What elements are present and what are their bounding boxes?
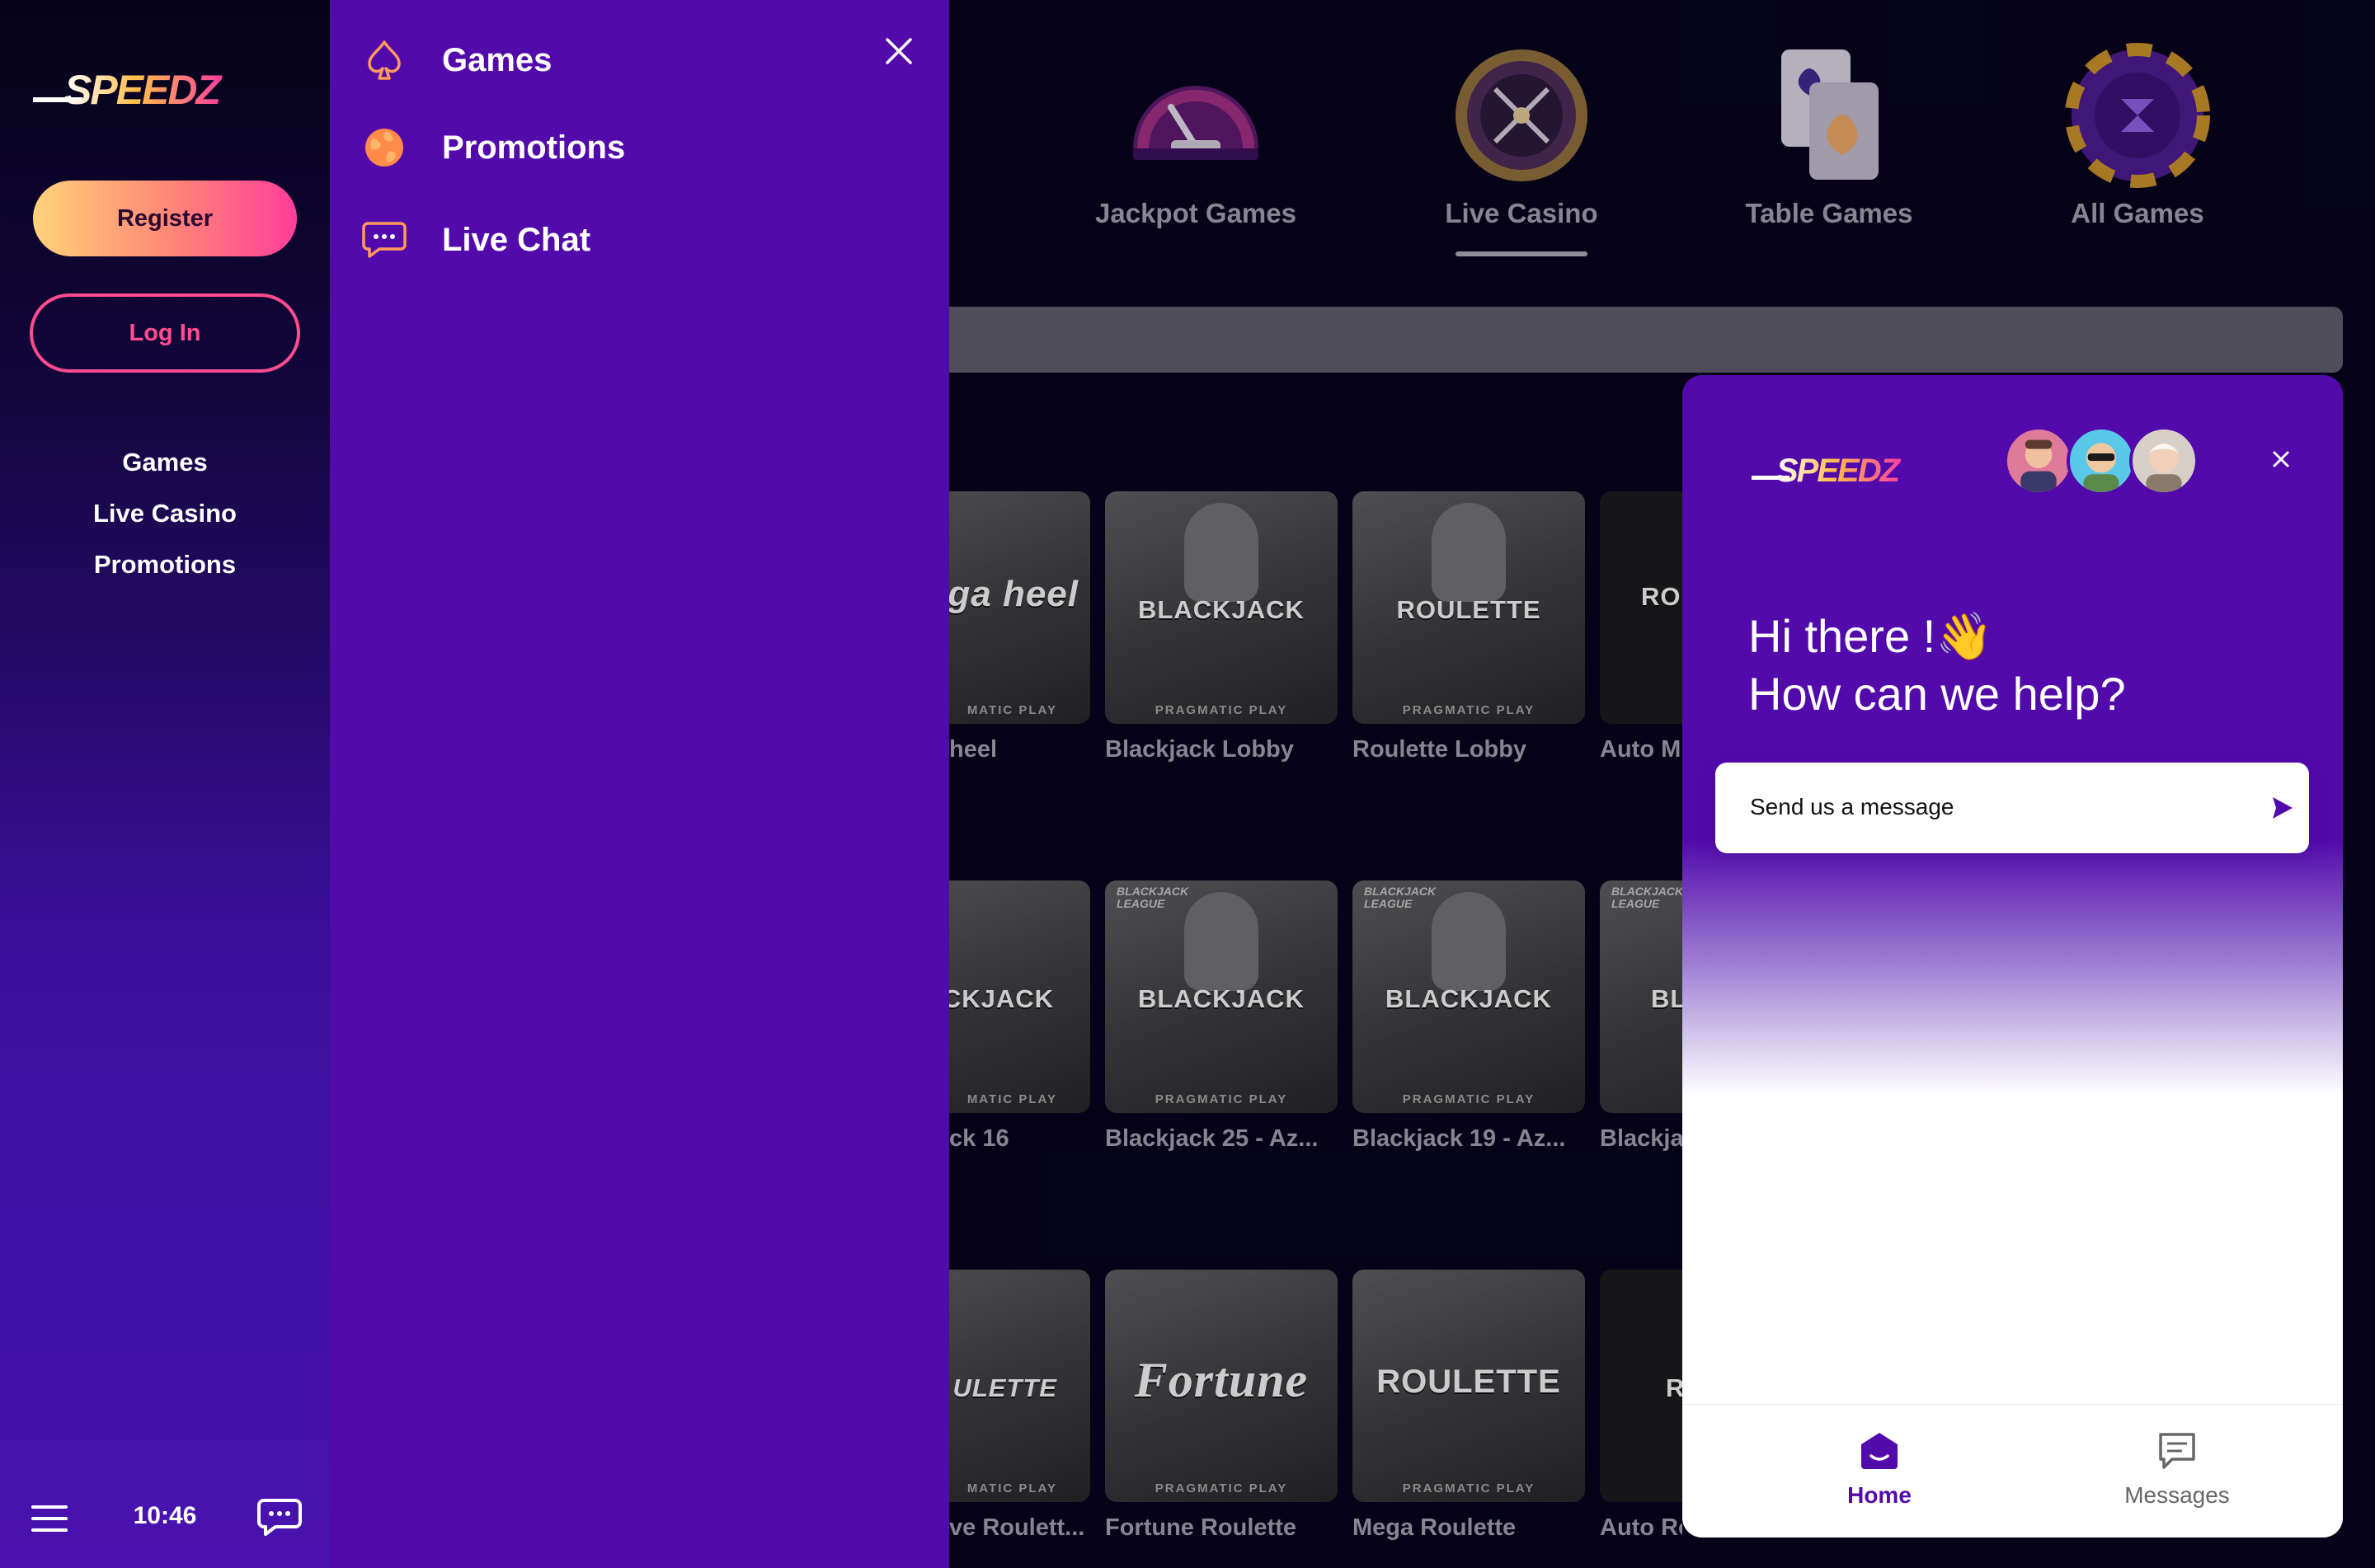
login-button[interactable]: Log In [30,293,300,373]
avatar [2067,426,2136,495]
menu-drawer: Games Promotions Live Chat [330,0,949,1568]
tab-label: Messages [2124,1482,2230,1508]
chat-icon [362,222,407,258]
speedz-logo: SPEEDZ [1752,453,1903,489]
tab-label: Home [1847,1482,1912,1508]
logo-text: SPEEDZ [1776,453,1902,489]
send-message-label: Send us a message [1750,794,1954,819]
sidebar-item-live-casino[interactable]: Live Casino [0,488,330,539]
globe-icon [365,129,403,167]
logo-text: SPEEDZ [64,67,223,113]
sidebar-footer: 10:46 [0,1492,330,1542]
chat-widget: SPEEDZ Hi there !👋 How can we help? Send… [1682,375,2343,1537]
sidebar-item-promotions[interactable]: Promotions [0,539,330,590]
tab-home[interactable]: Home [1797,1430,1962,1509]
menu-item-label: Games [442,41,553,78]
spade-icon [368,40,401,80]
greeting-line-1: Hi there !👋 [1748,610,1993,662]
menu-item-label: Promotions [442,129,626,166]
chat-greeting: Hi there !👋 How can we help? [1748,608,2126,723]
messages-icon [2159,1433,2195,1469]
left-sidebar: SPEEDZ Register Log In Games Live Casino… [0,0,330,1568]
close-icon[interactable] [2266,444,2296,474]
avatar [2004,426,2073,495]
hamburger-menu-icon[interactable] [31,1505,68,1532]
menu-item-games[interactable]: Games [361,31,552,89]
sidebar-item-games[interactable]: Games [0,437,330,488]
app-root: SPEEDZ Register Log In Games Live Casino… [0,0,2375,1568]
send-arrow-icon [2273,797,2293,819]
close-icon[interactable] [881,33,917,69]
register-button[interactable]: Register [33,181,297,256]
send-message-button[interactable]: Send us a message [1715,763,2309,853]
tab-messages[interactable]: Messages [2095,1430,2260,1509]
clock-time: 10:46 [133,1502,197,1529]
menu-item-live-chat[interactable]: Live Chat [361,211,590,269]
sidebar-nav: Games Live Casino Promotions [0,437,330,590]
chat-bottom-nav: Home Messages [1682,1404,2343,1537]
speedz-logo[interactable]: SPEEDZ [33,66,297,115]
home-icon [1861,1433,1898,1469]
greeting-line-2: How can we help? [1748,668,2126,720]
menu-item-promotions[interactable]: Promotions [361,119,625,176]
menu-item-label: Live Chat [442,221,591,258]
avatar [2129,426,2199,495]
chat-bubble-icon[interactable] [257,1497,302,1537]
